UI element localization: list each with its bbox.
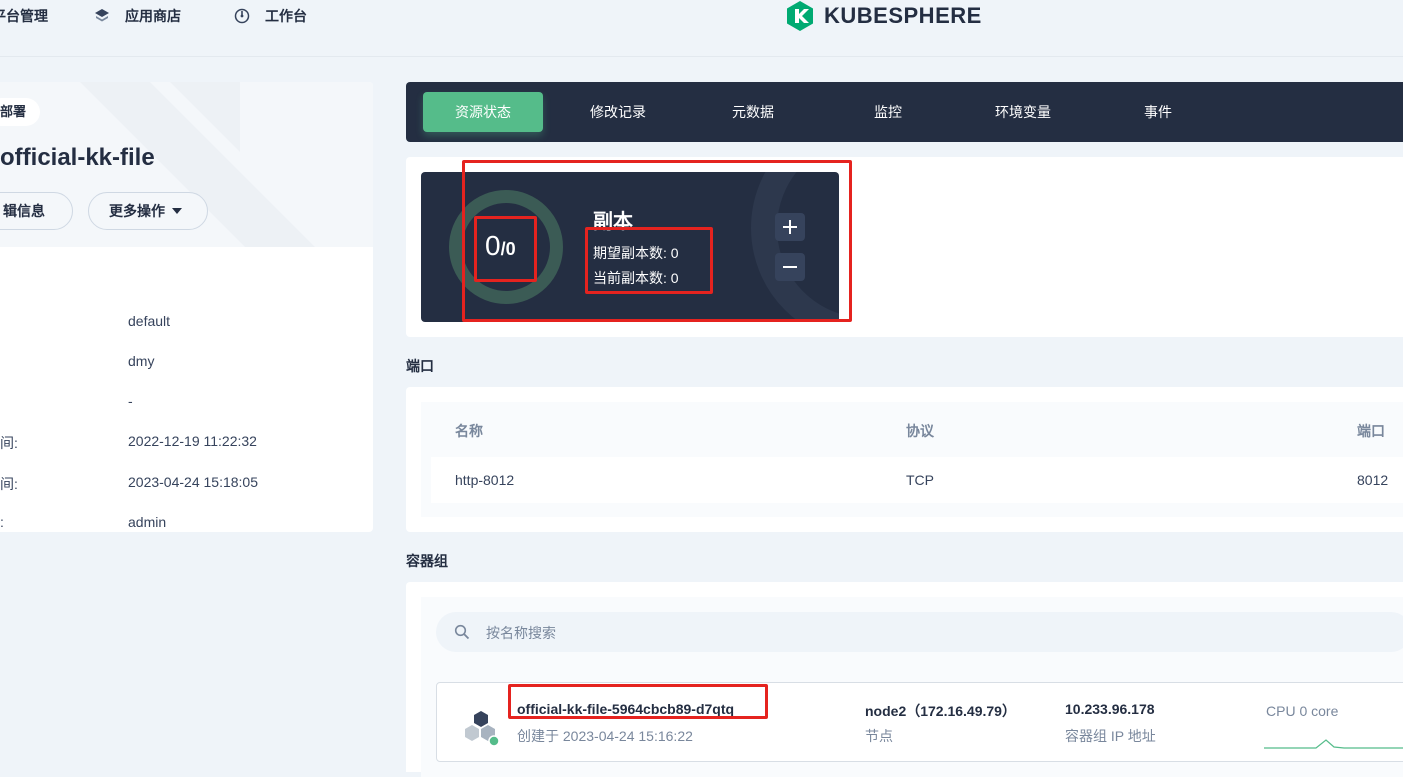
more-actions-button[interactable]: 更多操作 [88,192,208,230]
detail-card: 部署 official-kk-file 辑信息 更多操作 default dmy… [0,82,373,532]
info-value: 2022-12-19 11:22:32 [128,433,257,449]
pod-cpu-usage: CPU 0 core [1266,703,1339,719]
pod-node: node2（172.16.49.79） [865,703,1016,719]
info-value: default [128,313,171,329]
column-header-protocol: 协议 [906,423,934,439]
port-name-cell: http-8012 [455,472,515,488]
detail-card-header: 部署 official-kk-file 辑信息 更多操作 [0,82,373,247]
info-key: : [0,514,4,530]
top-nav [0,0,1403,57]
increase-replicas-button[interactable] [775,213,805,241]
resource-name: official-kk-file [0,144,155,171]
pod-ip-label: 容器组 IP 地址 [1065,728,1156,744]
plus-icon [783,220,797,234]
column-header-port: 端口 [1357,423,1385,439]
info-row: : admin [0,514,373,532]
pod-list-item[interactable]: official-kk-file-5964cbcb89-d7qtq 创建于 20… [436,682,1403,762]
port-number-cell: 8012 [1357,472,1389,488]
column-header-name: 名称 [455,423,483,439]
info-value: 2023-04-24 15:18:05 [128,474,258,490]
search-icon [454,624,470,640]
pod-node-label: 节点 [865,728,893,744]
tab-events[interactable]: 事件 [1098,92,1218,132]
pod-ip: 10.233.96.178 [1065,701,1155,717]
pod-name-link[interactable]: official-kk-file-5964cbcb89-d7qtq [517,701,734,717]
minus-icon [783,266,797,268]
pod-icon [465,711,500,747]
current-replicas: 当前副本数: 0 [593,270,679,286]
table-row: http-8012 TCP 8012 [431,457,1403,503]
resource-type-badge: 部署 [0,98,41,126]
info-key: 间: [0,435,18,451]
replica-card: 0/0 副本 期望副本数: 0 当前副本数: 0 [421,172,839,322]
pod-created-time: 创建于 2023-04-24 15:16:22 [517,728,693,744]
edit-info-label: 辑信息 [3,203,45,219]
tab-resource-status[interactable]: 资源状态 [423,92,543,132]
tab-metadata[interactable]: 元数据 [693,92,813,132]
info-row: dmy [0,353,373,373]
logo-text: KUBESPHERE [824,3,982,28]
ports-title: 端口 [406,358,434,374]
nav-item-app-store[interactable]: 应用商店 [93,0,181,32]
info-row: - [0,393,373,413]
info-value: admin [128,514,167,530]
tab-monitoring[interactable]: 监控 [828,92,948,132]
info-row: default [0,313,373,333]
caret-down-icon [172,208,182,214]
pod-search-bar[interactable] [436,612,1403,654]
tab-environment-variables[interactable]: 环境变量 [963,92,1083,132]
ports-table-header: 名称 协议 端口 [421,402,1403,457]
info-value: - [128,393,133,409]
kubesphere-logo[interactable]: KUBESPHERE [784,0,982,32]
info-row: 间: 2023-04-24 15:18:05 [0,474,373,494]
edit-info-button[interactable]: 辑信息 [0,192,73,230]
detail-tabs: 资源状态 修改记录 元数据 监控 环境变量 事件 [406,82,1403,142]
decrease-replicas-button[interactable] [775,253,805,281]
nav-item-workbench[interactable]: 工作台 [233,0,307,32]
app-store-icon [93,7,111,25]
replica-count: 0/0 [485,230,516,261]
cpu-sparkline [1264,739,1403,749]
tab-revision-records[interactable]: 修改记录 [558,92,678,132]
desired-replicas: 期望副本数: 0 [593,245,679,261]
replica-desired: 0 [505,239,516,259]
pod-search-input[interactable] [484,612,1188,654]
pods-title: 容器组 [406,553,448,569]
replica-title: 副本 [593,211,633,233]
nav-workbench-label: 工作台 [265,8,307,24]
nav-app-store-label: 应用商店 [125,8,181,24]
port-protocol-cell: TCP [906,472,934,488]
nav-item-platform[interactable]: 平台管理 [0,0,48,32]
nav-platform-label: 平台管理 [0,8,48,24]
workbench-icon [233,7,251,25]
replica-card-decoration [751,172,839,322]
more-actions-label: 更多操作 [109,203,165,219]
replica-current: 0 [485,230,501,261]
info-value: dmy [128,353,155,369]
ports-table: 名称 协议 端口 http-8012 TCP 8012 [421,402,1403,517]
kubesphere-logo-icon [787,1,813,31]
info-key: 间: [0,476,18,492]
info-row: 间: 2022-12-19 11:22:32 [0,433,373,453]
